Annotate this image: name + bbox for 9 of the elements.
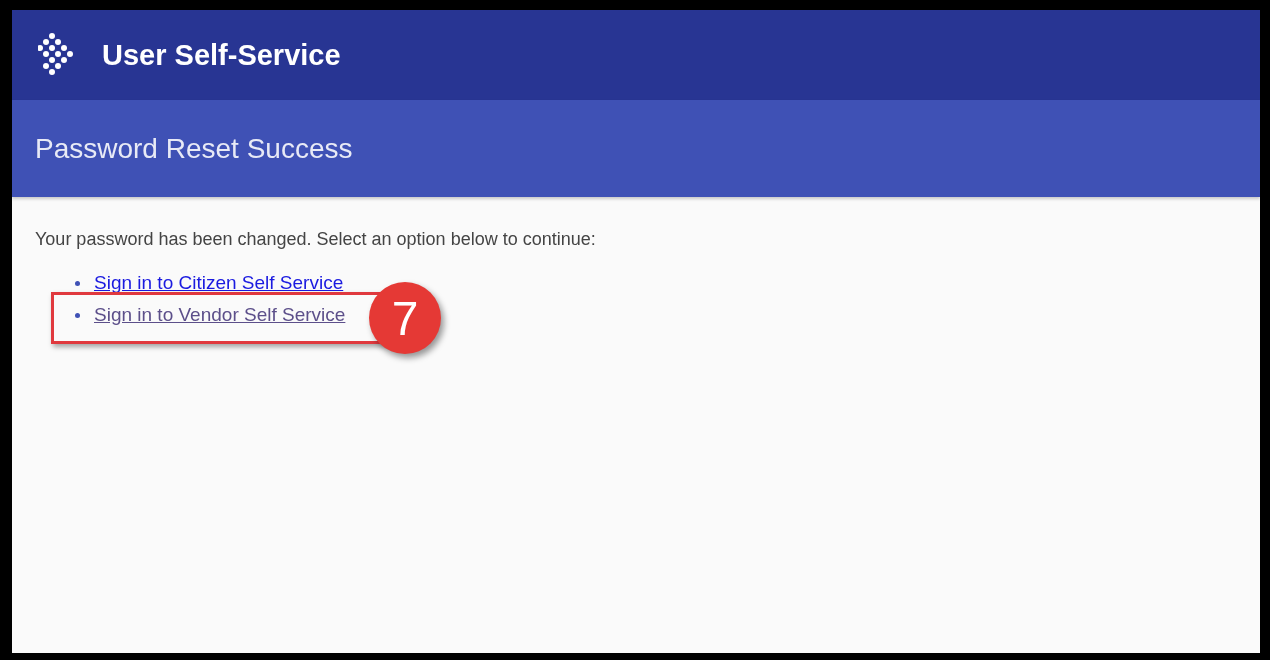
- message-text: Your password has been changed. Select an option below to continue:: [35, 229, 597, 250]
- bullet-icon: [75, 312, 80, 318]
- sign-in-link[interactable]: Sign in to Vendor Self Service: [94, 304, 346, 326]
- bullet-icon: [75, 280, 80, 286]
- step-number: 7: [369, 282, 441, 354]
- sign-in-link[interactable]: Sign in to Citizen Self Service: [94, 272, 344, 294]
- page-title: Password Reset Success: [35, 132, 353, 165]
- app-title: User Self-Service: [102, 38, 341, 72]
- logo-icon: [38, 32, 74, 78]
